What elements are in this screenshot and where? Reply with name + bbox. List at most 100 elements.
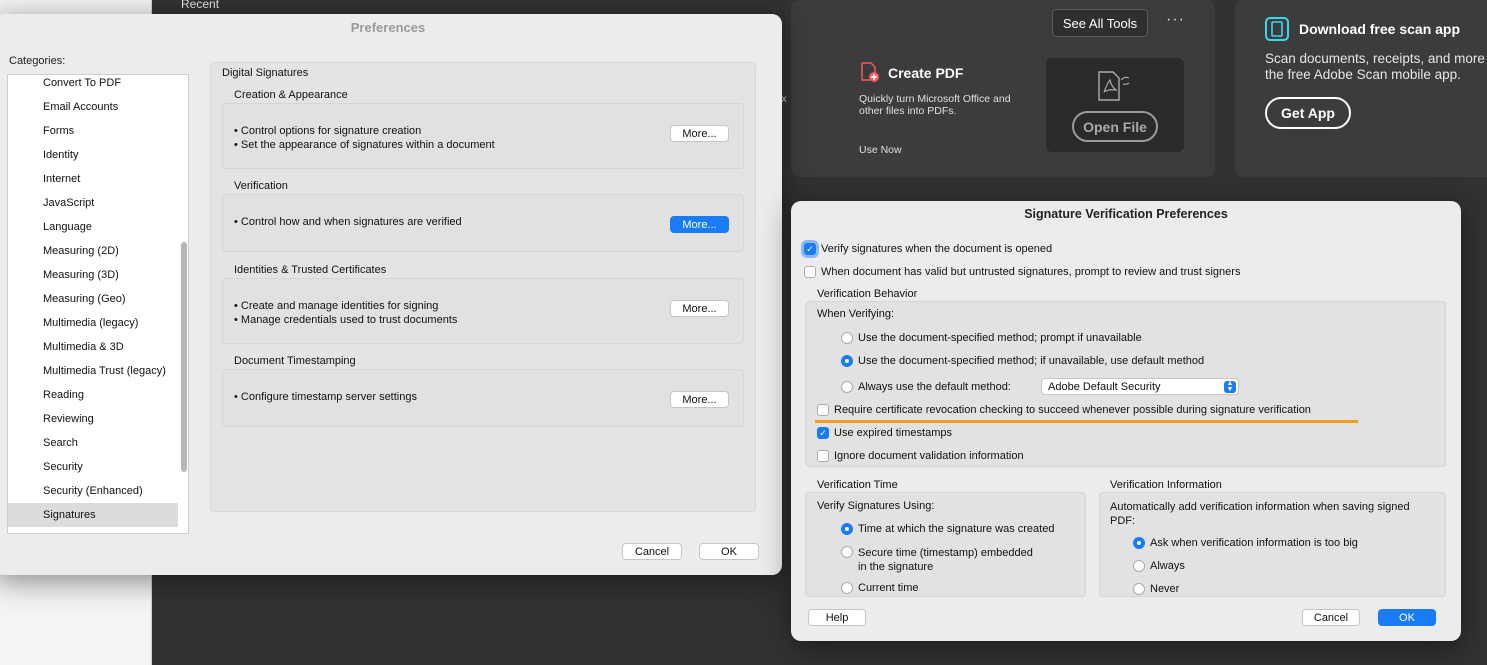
category-item-search[interactable]: Search (8, 431, 178, 455)
radio-info-always[interactable] (1133, 560, 1145, 572)
radio-info-never[interactable] (1133, 583, 1145, 595)
categories-scrollbar[interactable] (181, 242, 187, 472)
use-now-link[interactable]: Use Now (859, 144, 902, 156)
radio-always-default-label: Always use the default method: (858, 381, 1011, 393)
category-item-security[interactable]: Security (8, 455, 178, 479)
category-item-multimedia-trust-legacy[interactable]: Multimedia Trust (legacy) (8, 359, 178, 383)
adobe-scan-icon (1265, 17, 1289, 41)
radio-time-secure[interactable] (841, 546, 853, 558)
info-ask-label: Ask when verification information is too… (1150, 537, 1358, 549)
category-item-email-accounts[interactable]: Email Accounts (8, 95, 178, 119)
radio-doc-default-row[interactable]: Use the document-specified method; if un… (841, 355, 1204, 367)
scan-app-description: Scan documents, receipts, and more with … (1265, 51, 1487, 83)
when-verifying-label: When Verifying: (817, 308, 895, 320)
verification-behavior-label: Verification Behavior (817, 288, 918, 300)
scan-desc-line2: the free Adobe Scan mobile app. (1265, 67, 1461, 82)
more-button-identities[interactable]: More... (670, 300, 729, 317)
prompt-untrusted-row[interactable]: When document has valid but untrusted si… (804, 266, 1240, 278)
category-item-multimedia-3d[interactable]: Multimedia & 3D (8, 335, 178, 359)
preferences-ok-button[interactable]: OK (699, 543, 759, 560)
pdf-file-icon (1098, 71, 1130, 101)
category-item-reading[interactable]: Reading (8, 383, 178, 407)
category-item-security-enhanced[interactable]: Security (Enhanced) (8, 479, 178, 503)
highlight-underline (815, 420, 1358, 423)
time-created-row[interactable]: Time at which the signature was created (841, 523, 1054, 535)
see-all-tools-button[interactable]: See All Tools (1052, 9, 1148, 37)
preferences-title: Preferences (350, 20, 426, 35)
preferences-window: Preferences Categories: Convert To PDF Em… (0, 14, 782, 575)
category-item-measuring-3d[interactable]: Measuring (3D) (8, 263, 178, 287)
bullet-verification-1: • Control how and when signatures are ve… (234, 216, 462, 228)
radio-time-current[interactable] (841, 582, 853, 594)
group-title-verification: Verification (234, 180, 288, 192)
info-never-label: Never (1150, 583, 1180, 595)
category-item-language[interactable]: Language (8, 215, 178, 239)
use-expired-checkbox[interactable]: ✓ (817, 427, 829, 439)
category-item-measuring-2d[interactable]: Measuring (2D) (8, 239, 178, 263)
category-item-identity[interactable]: Identity (8, 143, 178, 167)
require-revocation-row[interactable]: Require certificate revocation checking … (817, 404, 1311, 416)
time-created-label: Time at which the signature was created (858, 523, 1055, 535)
category-item-multimedia-legacy[interactable]: Multimedia (legacy) (8, 311, 178, 335)
radio-always-default-row[interactable]: Always use the default method: (841, 381, 1011, 393)
info-auto-label: Automatically add verification informati… (1110, 500, 1410, 528)
prompt-untrusted-checkbox[interactable] (804, 266, 816, 278)
prompt-untrusted-label: When document has valid but untrusted si… (821, 266, 1241, 278)
scan-desc-line1: Scan documents, receipts, and more with (1265, 51, 1487, 66)
verify-on-open-checkbox[interactable]: ✓ (804, 243, 816, 255)
use-expired-row[interactable]: ✓ Use expired timestamps (817, 427, 952, 439)
use-expired-label: Use expired timestamps (834, 427, 952, 439)
scan-app-title: Download free scan app (1299, 21, 1461, 37)
category-item-signatures[interactable]: Signatures (8, 503, 178, 527)
category-item-reviewing[interactable]: Reviewing (8, 407, 178, 431)
categories-list-items: Convert To PDF Email Accounts Forms Identit… (8, 75, 178, 533)
signature-verification-dialog: Signature Verification Preferences ✓ Ver… (791, 201, 1461, 641)
info-never-row[interactable]: Never (1133, 583, 1179, 595)
verify-on-open-row[interactable]: ✓ Verify signatures when the document is… (804, 243, 1052, 255)
create-pdf-description: Quickly turn Microsoft Office and other … (859, 93, 1011, 117)
recent-label[interactable]: Recent (181, 0, 219, 11)
radio-doc-prompt[interactable] (841, 332, 853, 344)
select-arrows-icon: ▲ ▼ (1224, 380, 1236, 393)
category-item-internet[interactable]: Internet (8, 167, 178, 191)
default-method-select[interactable]: Adobe Default Security ▲ ▼ (1041, 378, 1239, 395)
time-secure-line2: in the signature (858, 561, 934, 573)
sig-ok-button[interactable]: OK (1378, 609, 1436, 626)
time-secure-row[interactable]: Secure time (timestamp) embedded in the … (841, 546, 1033, 574)
radio-doc-default[interactable] (841, 355, 853, 367)
time-current-row[interactable]: Current time (841, 582, 919, 594)
category-item-javascript[interactable]: JavaScript (8, 191, 178, 215)
category-item-convert-to-pdf[interactable]: Convert To PDF (8, 75, 178, 95)
category-item-spelling[interactable]: Spelling (8, 527, 178, 533)
radio-info-ask[interactable] (1133, 537, 1145, 549)
category-item-forms[interactable]: Forms (8, 119, 178, 143)
ignore-validation-row[interactable]: Ignore document validation information (817, 450, 1024, 462)
more-button-verification[interactable]: More... (670, 216, 729, 233)
more-button-timestamping[interactable]: More... (670, 391, 729, 408)
ignore-validation-checkbox[interactable] (817, 450, 829, 462)
create-pdf-icon (861, 62, 879, 82)
info-ask-row[interactable]: Ask when verification information is too… (1133, 537, 1358, 549)
create-pdf-title[interactable]: Create PDF (888, 65, 963, 81)
category-item-measuring-geo[interactable]: Measuring (Geo) (8, 287, 178, 311)
categories-list[interactable]: Convert To PDF Email Accounts Forms Identit… (7, 74, 189, 534)
radio-doc-default-label: Use the document-specified method; if un… (858, 355, 1205, 367)
group-title-identities: Identities & Trusted Certificates (234, 264, 387, 276)
categories-label: Categories: (9, 55, 66, 67)
radio-time-created[interactable] (841, 523, 853, 535)
require-revocation-checkbox[interactable] (817, 404, 829, 416)
preferences-cancel-button[interactable]: Cancel (622, 543, 682, 560)
radio-doc-prompt-row[interactable]: Use the document-specified method; promp… (841, 332, 1142, 344)
sig-cancel-button[interactable]: Cancel (1302, 609, 1360, 626)
open-file-button[interactable]: Open File (1072, 111, 1158, 142)
more-button-creation[interactable]: More... (670, 125, 729, 142)
sig-help-button[interactable]: Help (808, 609, 866, 626)
radio-always-default[interactable] (841, 381, 853, 393)
bullet-identities-1: • Create and manage identities for signi… (234, 300, 439, 312)
verify-using-label: Verify Signatures Using: (817, 500, 935, 512)
more-options-icon[interactable]: ··· (1166, 11, 1185, 29)
bullet-timestamping-1: • Configure timestamp server settings (234, 391, 417, 403)
info-auto-line1: Automatically add verification informati… (1110, 501, 1410, 513)
info-always-row[interactable]: Always (1133, 560, 1185, 572)
get-app-button[interactable]: Get App (1265, 97, 1351, 129)
